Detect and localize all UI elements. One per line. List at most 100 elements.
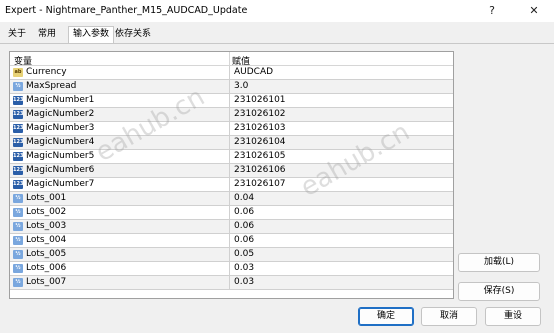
double-value-icon: ½ [13, 208, 23, 217]
param-value-cell[interactable]: 231026106 [229, 164, 453, 177]
param-name: Lots_003 [26, 221, 67, 231]
table-row[interactable]: ½ Lots_004 0.06 [10, 234, 453, 248]
param-value-cell[interactable]: 231026105 [229, 150, 453, 163]
table-row[interactable]: ½ Lots_001 0.04 [10, 192, 453, 206]
param-name-cell: ½ Lots_001 [10, 192, 229, 205]
integer-value-icon: 123 [13, 124, 24, 133]
double-value-icon: ½ [13, 264, 23, 273]
param-value-cell[interactable]: 3.0 [229, 80, 453, 93]
param-value[interactable]: 231026104 [234, 137, 286, 147]
cancel-button[interactable]: 取消 [421, 307, 477, 326]
param-name-cell: 123 MagicNumber4 [10, 136, 229, 149]
integer-value-icon: 123 [13, 138, 24, 147]
grid-header: 变量 赋值 [10, 52, 453, 67]
table-row[interactable]: ½ Lots_006 0.03 [10, 262, 453, 276]
param-name: Lots_006 [26, 263, 67, 273]
param-value-cell[interactable]: AUDCAD [229, 66, 453, 79]
help-icon[interactable]: ? [480, 2, 504, 20]
param-name: Lots_002 [26, 207, 67, 217]
table-row[interactable]: 123 MagicNumber2 231026102 [10, 108, 453, 122]
tab-about[interactable]: 关于 [4, 27, 30, 43]
integer-value-icon: 123 [13, 110, 24, 119]
param-name-cell: 123 MagicNumber5 [10, 150, 229, 163]
param-name-cell: ½ Lots_004 [10, 234, 229, 247]
param-value[interactable]: AUDCAD [234, 67, 273, 77]
table-row[interactable]: ab Currency AUDCAD [10, 66, 453, 80]
table-row[interactable]: ½ MaxSpread 3.0 [10, 80, 453, 94]
integer-value-icon: 123 [13, 166, 24, 175]
param-value[interactable]: 0.05 [234, 249, 254, 259]
double-value-icon: ½ [13, 222, 23, 231]
param-value-cell[interactable]: 0.03 [229, 276, 453, 289]
param-name: Lots_001 [26, 193, 67, 203]
param-name: Currency [26, 67, 67, 77]
load-button[interactable]: 加载(L) [458, 253, 540, 272]
table-row[interactable]: ½ Lots_003 0.06 [10, 220, 453, 234]
integer-value-icon: 123 [13, 180, 24, 189]
param-value-cell[interactable]: 0.06 [229, 220, 453, 233]
table-row[interactable]: 123 MagicNumber5 231026105 [10, 150, 453, 164]
param-value[interactable]: 0.03 [234, 263, 254, 273]
table-row[interactable]: ½ Lots_005 0.05 [10, 248, 453, 262]
param-name: Lots_007 [26, 277, 67, 287]
table-row[interactable]: 123 MagicNumber7 231026107 [10, 178, 453, 192]
param-value[interactable]: 231026101 [234, 95, 286, 105]
param-name-cell: 123 MagicNumber1 [10, 94, 229, 107]
param-value[interactable]: 231026105 [234, 151, 286, 161]
param-name-cell: ½ Lots_003 [10, 220, 229, 233]
param-value[interactable]: 231026106 [234, 165, 286, 175]
param-name-cell: 123 MagicNumber7 [10, 178, 229, 191]
param-name: MagicNumber2 [26, 109, 95, 119]
param-name-cell: 123 MagicNumber3 [10, 122, 229, 135]
param-value-cell[interactable]: 231026104 [229, 136, 453, 149]
param-name: MagicNumber6 [26, 165, 95, 175]
param-value[interactable]: 0.04 [234, 193, 254, 203]
table-row[interactable]: 123 MagicNumber6 231026106 [10, 164, 453, 178]
param-value[interactable]: 231026102 [234, 109, 286, 119]
tab-bar: 关于 常用 输入参数 依存关系 [0, 26, 554, 43]
ok-button[interactable]: 确定 [358, 307, 414, 326]
param-name-cell: 123 MagicNumber2 [10, 108, 229, 121]
param-value[interactable]: 231026107 [234, 179, 286, 189]
table-row[interactable]: 123 MagicNumber3 231026103 [10, 122, 453, 136]
param-value[interactable]: 3.0 [234, 81, 248, 91]
double-value-icon: ½ [13, 236, 23, 245]
param-name: MagicNumber3 [26, 123, 95, 133]
param-name-cell: ½ Lots_006 [10, 262, 229, 275]
param-name-cell: ½ MaxSpread [10, 80, 229, 93]
param-name-cell: ½ Lots_005 [10, 248, 229, 261]
table-row[interactable]: 123 MagicNumber1 231026101 [10, 94, 453, 108]
integer-value-icon: 123 [13, 96, 24, 105]
param-value-cell[interactable]: 0.03 [229, 262, 453, 275]
param-name: MagicNumber7 [26, 179, 95, 189]
tab-inputs[interactable]: 输入参数 [68, 26, 115, 43]
param-value-cell[interactable]: 0.05 [229, 248, 453, 261]
param-value-cell[interactable]: 0.06 [229, 234, 453, 247]
param-value-cell[interactable]: 0.04 [229, 192, 453, 205]
table-row[interactable]: ½ Lots_007 0.03 [10, 276, 453, 290]
table-row[interactable]: ½ Lots_002 0.06 [10, 206, 453, 220]
param-value[interactable]: 0.03 [234, 277, 254, 287]
param-value-cell[interactable]: 0.06 [229, 206, 453, 219]
param-name: MaxSpread [26, 81, 77, 91]
param-value-cell[interactable]: 231026103 [229, 122, 453, 135]
reset-button[interactable]: 重设 [485, 307, 541, 326]
close-icon[interactable]: ✕ [522, 2, 546, 20]
param-name-cell: ab Currency [10, 66, 229, 79]
param-value-cell[interactable]: 231026102 [229, 108, 453, 121]
inputs-grid[interactable]: 变量 赋值 ab Currency AUDCAD ½ MaxSpread 3.0 123 Ma… [9, 51, 454, 299]
tab-dependencies[interactable]: 依存关系 [111, 27, 155, 43]
save-button[interactable]: 保存(S) [458, 282, 540, 301]
param-value[interactable]: 231026103 [234, 123, 286, 133]
title-bar: Expert - Nightmare_Panther_M15_AUDCAD_Up… [0, 0, 554, 22]
param-value[interactable]: 0.06 [234, 207, 254, 217]
column-separator[interactable] [229, 52, 230, 66]
param-value[interactable]: 0.06 [234, 235, 254, 245]
param-value-cell[interactable]: 231026107 [229, 178, 453, 191]
param-value-cell[interactable]: 231026101 [229, 94, 453, 107]
table-row[interactable]: 123 MagicNumber4 231026104 [10, 136, 453, 150]
param-name-cell: 123 MagicNumber6 [10, 164, 229, 177]
tab-common[interactable]: 常用 [34, 27, 60, 43]
tab-divider [0, 43, 554, 44]
param-value[interactable]: 0.06 [234, 221, 254, 231]
